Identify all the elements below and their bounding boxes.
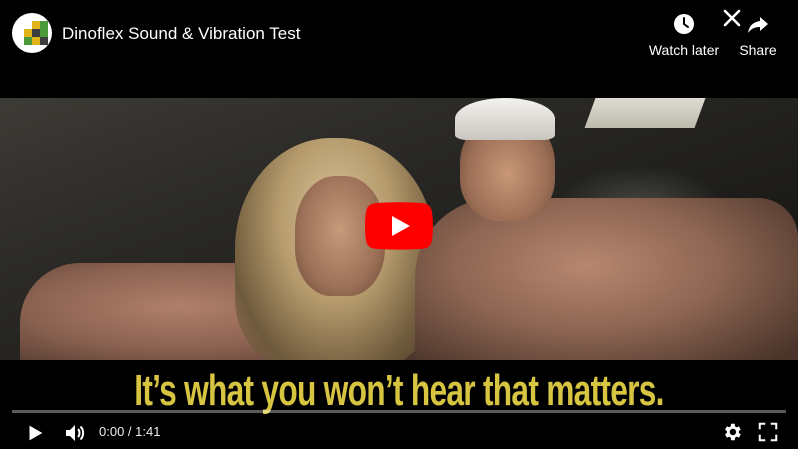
large-play-button[interactable] — [365, 202, 433, 250]
watch-later-button[interactable]: Watch later — [646, 12, 722, 62]
top-bar: Dinoflex Sound & Vibration Test Watch la… — [0, 0, 798, 98]
man-body — [415, 198, 798, 360]
watch-later-label: Watch later — [648, 42, 720, 58]
video-title[interactable]: Dinoflex Sound & Vibration Test — [62, 24, 300, 44]
share-icon — [748, 17, 768, 33]
clock-icon — [674, 14, 694, 34]
play-icon[interactable] — [24, 422, 46, 444]
time-display: 0:00 / 1:41 — [99, 424, 160, 439]
close-icon[interactable] — [720, 6, 744, 30]
man-cap — [455, 98, 555, 140]
progress-bar[interactable] — [12, 410, 786, 413]
channel-avatar[interactable] — [12, 13, 52, 53]
duration: 1:41 — [135, 424, 161, 439]
ceiling-light — [584, 98, 706, 128]
current-time: 0:00 — [99, 424, 125, 439]
video-player[interactable]: Dinoflex Sound & Vibration Test Watch la… — [0, 0, 798, 449]
settings-gear-icon[interactable] — [721, 421, 743, 443]
time-separator: / — [124, 424, 136, 439]
fullscreen-icon[interactable] — [757, 421, 779, 443]
volume-icon[interactable] — [63, 421, 87, 445]
share-label: Share — [739, 42, 777, 58]
video-caption: It’s what you won’t hear that matters. — [134, 366, 664, 415]
